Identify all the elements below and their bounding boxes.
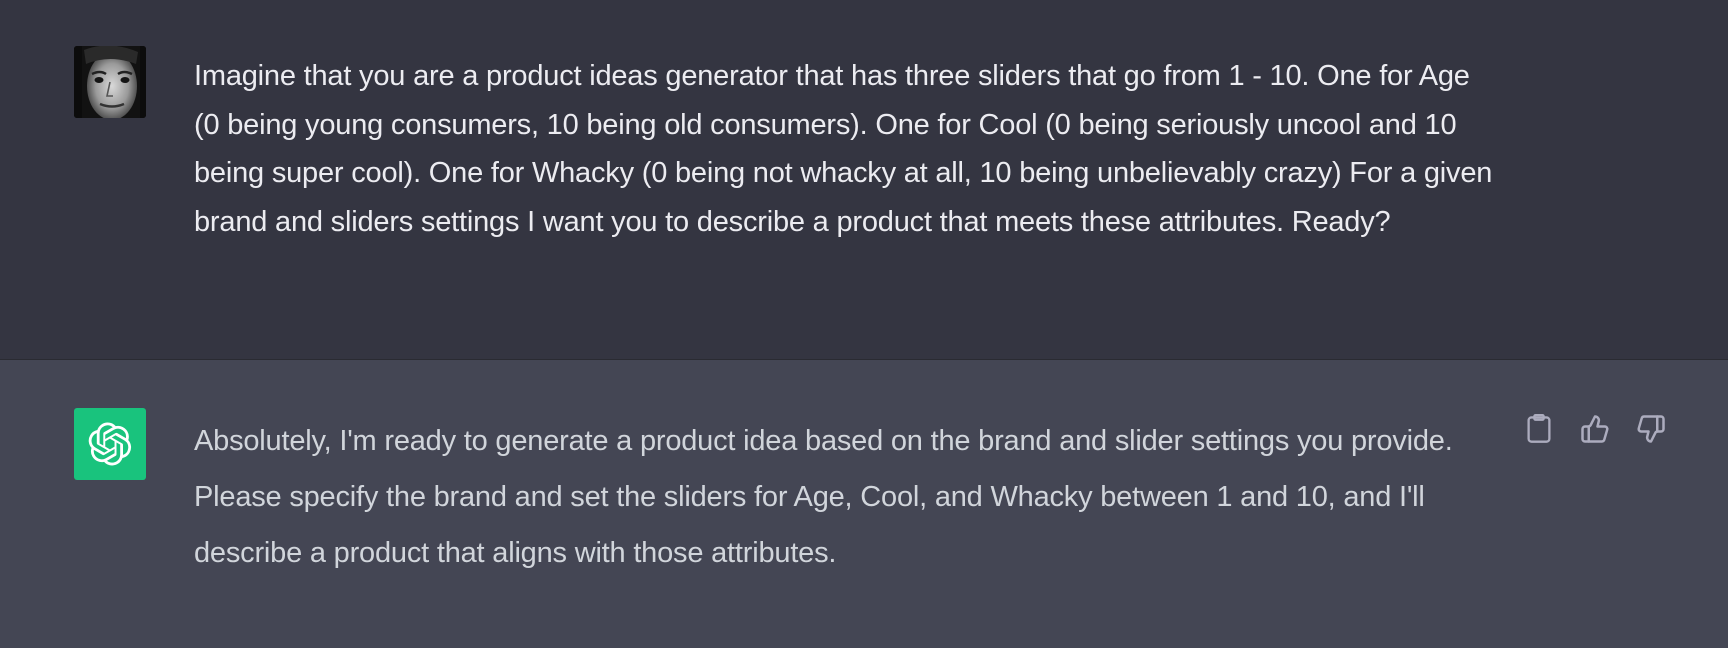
thumbs-up-button[interactable] — [1578, 412, 1612, 446]
clipboard-icon — [1527, 414, 1551, 443]
openai-logo-icon — [88, 422, 132, 466]
assistant-avatar — [74, 408, 146, 480]
copy-button[interactable] — [1522, 412, 1556, 446]
thumbs-down-icon — [1637, 415, 1665, 443]
thumbs-up-icon — [1581, 415, 1609, 443]
assistant-message: Absolutely, I'm ready to generate a prod… — [0, 360, 1728, 648]
assistant-message-text: Absolutely, I'm ready to generate a prod… — [194, 425, 1453, 569]
user-message: Imagine that you are a product ideas gen… — [0, 0, 1728, 359]
user-avatar — [74, 46, 146, 118]
user-photo-avatar — [74, 46, 146, 118]
thumbs-down-button[interactable] — [1634, 412, 1668, 446]
chat-thread: Imagine that you are a product ideas gen… — [0, 0, 1728, 648]
message-actions — [1522, 412, 1668, 446]
user-message-text: Imagine that you are a product ideas gen… — [194, 60, 1493, 238]
